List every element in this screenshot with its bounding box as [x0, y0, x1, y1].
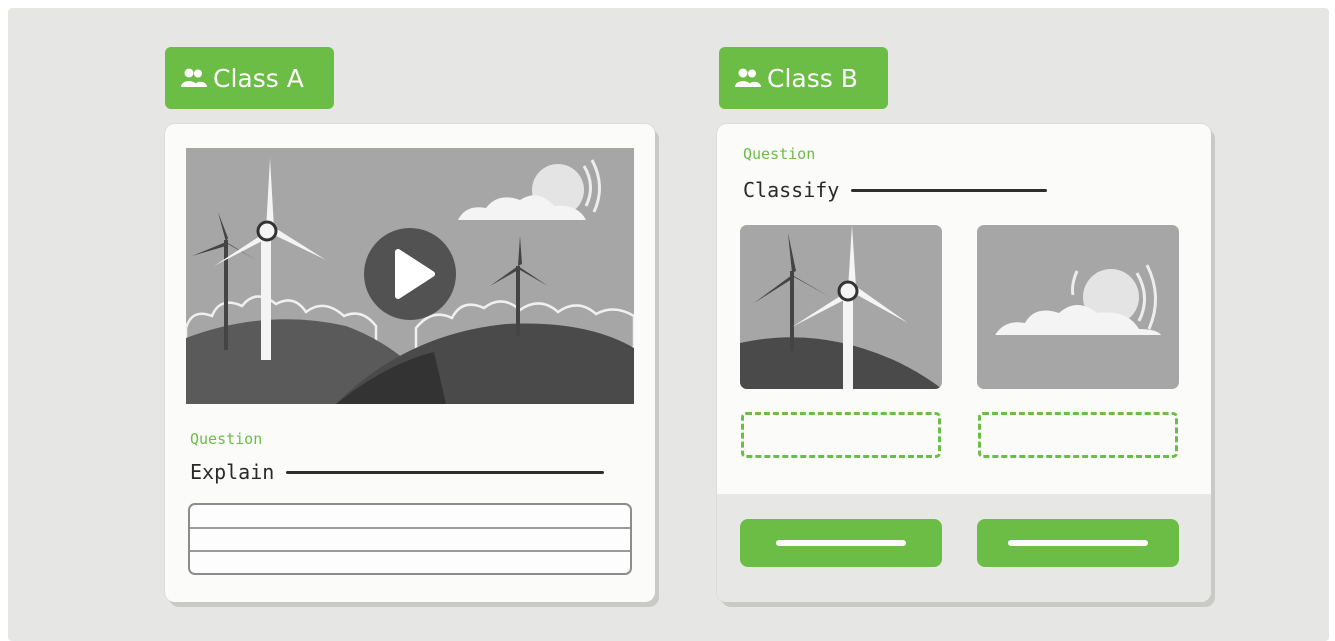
people-icon — [735, 67, 761, 89]
question-blank-line — [286, 470, 605, 474]
class-b-tag: Class B — [719, 47, 888, 109]
class-b-label: Class B — [767, 63, 858, 93]
cloud-sun-image[interactable] — [977, 225, 1179, 389]
class-a-question: Explain — [190, 460, 605, 484]
button-label-placeholder — [1008, 540, 1148, 546]
class-a-label: Class A — [213, 63, 304, 93]
class-a-question-text: Explain — [190, 460, 275, 484]
wind-turbine-image[interactable] — [740, 225, 942, 389]
class-b-question: Classify — [743, 178, 1048, 202]
question-blank-line — [851, 188, 1048, 192]
class-a-question-label: Question — [190, 430, 263, 448]
people-icon — [181, 67, 207, 89]
button-label-placeholder — [776, 540, 906, 546]
answer-rule — [190, 550, 630, 552]
class-b-question-label: Question — [743, 145, 816, 163]
drop-zone[interactable] — [741, 412, 941, 458]
play-icon[interactable] — [364, 228, 456, 320]
option-button[interactable] — [740, 519, 942, 567]
class-a-tag: Class A — [165, 47, 334, 109]
class-b-question-text: Classify — [743, 178, 840, 202]
video-player[interactable] — [186, 148, 634, 404]
drop-zone[interactable] — [978, 412, 1178, 458]
answer-rule — [190, 527, 630, 529]
answer-text-area[interactable] — [188, 503, 632, 575]
option-button[interactable] — [977, 519, 1179, 567]
